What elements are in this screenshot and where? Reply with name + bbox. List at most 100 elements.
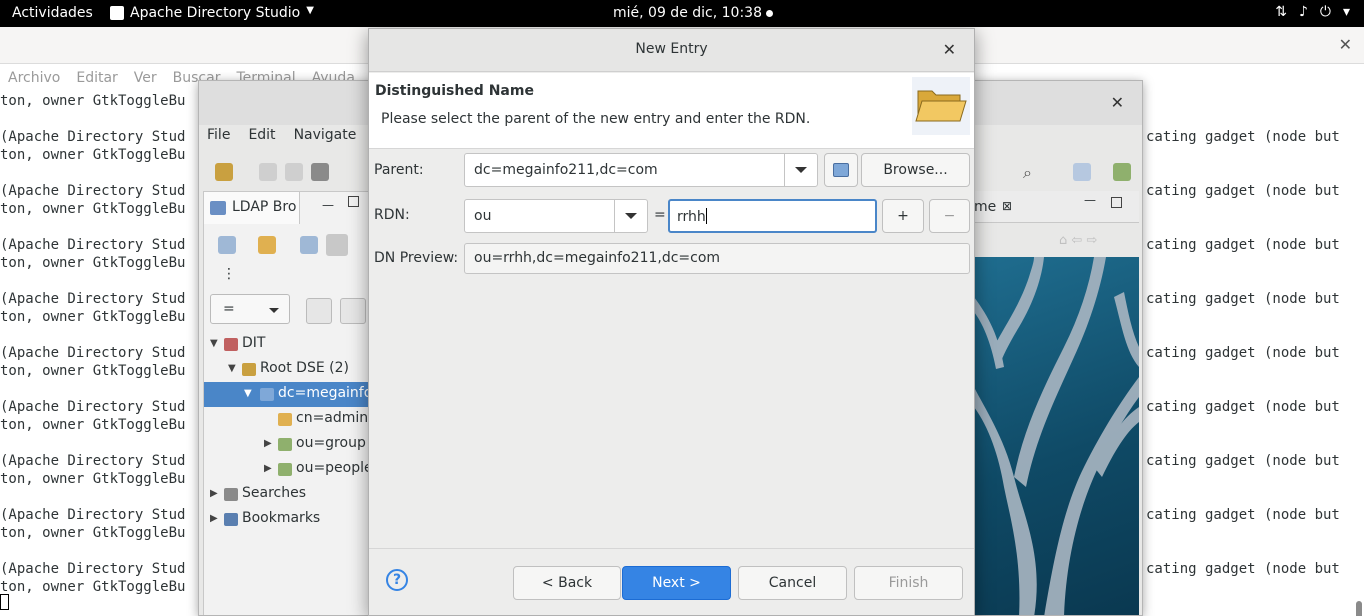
terminal-line: (Apache Directory Stud: [0, 183, 186, 199]
app-menu-label: Apache Directory Studio: [130, 5, 301, 21]
wizard-page-description: Please select the parent of the new entr…: [381, 111, 811, 127]
tab-ldap-browser[interactable]: LDAP Bro: [204, 192, 300, 224]
nav-icons: ⌂ ⇦ ⇨: [1059, 233, 1097, 248]
parent-combo[interactable]: dc=megainfo211,dc=com: [464, 153, 818, 187]
back-arrow-icon[interactable]: ⇦: [1071, 233, 1082, 248]
folder-icon: [278, 413, 292, 426]
tree-label: ou=people: [296, 460, 373, 476]
terminal-line: ton, owner GtkToggleBu: [0, 255, 186, 271]
welcome-image: [974, 257, 1139, 615]
help-icon[interactable]: ?: [386, 569, 408, 591]
browse-button[interactable]: Browse...: [861, 153, 970, 187]
link-icon[interactable]: [300, 236, 318, 254]
refresh-icon[interactable]: [258, 236, 276, 254]
dialog-title: New Entry: [635, 41, 708, 57]
tree-item-base-dn[interactable]: ▼ dc=megainfo2: [204, 382, 381, 407]
cancel-button[interactable]: Cancel: [738, 566, 847, 600]
rdn-equals-sign: =: [654, 207, 666, 223]
menu-navigate[interactable]: Navigate: [294, 127, 357, 143]
rdn-type-combo[interactable]: ou: [464, 199, 648, 233]
terminal-line: ton, owner GtkToggleBu: [0, 579, 186, 595]
view-menu-icon[interactable]: ⋮: [222, 266, 236, 282]
finish-button[interactable]: Finish: [854, 566, 963, 600]
dn-preview-value: ou=rrhh,dc=megainfo211,dc=com: [474, 250, 721, 266]
close-icon[interactable]: ✕: [943, 40, 956, 59]
terminal-line: (Apache Directory Stud: [0, 453, 186, 469]
filter-icon[interactable]: [340, 298, 366, 324]
menu-editar[interactable]: Editar: [76, 70, 117, 86]
wizard-header: Distinguished Name Please select the par…: [369, 73, 974, 149]
dialog-titlebar: New Entry ✕: [369, 29, 974, 72]
tab-label[interactable]: me: [974, 199, 996, 215]
collapse-icon[interactable]: [218, 236, 236, 254]
close-icon[interactable]: ✕: [1111, 93, 1124, 112]
close-tab-icon[interactable]: ⊠: [1002, 199, 1012, 213]
minimize-icon[interactable]: —: [322, 198, 334, 212]
forward-arrow-icon[interactable]: ⇨: [1086, 233, 1097, 248]
tree-item-people[interactable]: ▶ ou=people: [204, 457, 373, 482]
rdn-value-input[interactable]: rrhh: [668, 199, 877, 233]
terminal-line: cating gadget (node but: [1146, 129, 1340, 145]
app-menu-button[interactable]: Apache Directory Studio ▼: [110, 5, 314, 21]
clock-button[interactable]: mié, 09 de dic, 10:38: [613, 5, 773, 21]
tree-item-admin[interactable]: cn=admin: [204, 407, 372, 432]
parent-value: dc=megainfo211,dc=com: [474, 162, 658, 178]
hierarchy-icon[interactable]: [306, 298, 332, 324]
new-entry-dialog: New Entry ✕ Distinguished Name Please se…: [368, 28, 975, 616]
save-icon[interactable]: [259, 163, 277, 181]
terminal-scrollbar[interactable]: [1356, 601, 1362, 616]
terminal-line: cating gadget (node but: [1146, 561, 1340, 577]
terminal-line: cating gadget (node but: [1146, 507, 1340, 523]
next-button[interactable]: Next >: [622, 566, 731, 600]
rdn-label: RDN:: [374, 207, 410, 223]
chevron-down-icon: [625, 213, 637, 219]
maximize-icon[interactable]: [1111, 197, 1122, 208]
collapsed-arrow-icon: ▶: [264, 463, 272, 474]
back-button[interactable]: < Back: [513, 566, 621, 600]
notification-dot-icon: [765, 9, 773, 17]
folder-open-icon: [912, 77, 970, 135]
terminal-line: ton, owner GtkToggleBu: [0, 93, 186, 109]
app-window-icon: [110, 6, 124, 20]
add-rdn-button[interactable]: +: [882, 199, 924, 233]
terminal-line: (Apache Directory Stud: [0, 561, 186, 577]
menu-file[interactable]: File: [207, 127, 230, 143]
menu-edit[interactable]: Edit: [248, 127, 275, 143]
terminal-line: ton, owner GtkToggleBu: [0, 471, 186, 487]
tree-item-root-dse[interactable]: ▼ Root DSE (2): [204, 357, 372, 382]
activities-button[interactable]: Actividades: [12, 5, 93, 21]
tab-label: LDAP Bro: [232, 199, 297, 215]
menu-archivo[interactable]: Archivo: [8, 70, 60, 86]
terminal-line: (Apache Directory Stud: [0, 237, 186, 253]
sync-icon[interactable]: [326, 234, 348, 256]
tree-item-searches[interactable]: ▶ Searches: [204, 482, 372, 507]
ads-menubar: File Edit Navigate: [207, 127, 356, 143]
tree-item-bookmarks[interactable]: ▶ Bookmarks: [204, 507, 372, 532]
terminal-line: cating gadget (node but: [1146, 291, 1340, 307]
terminal-line: ton, owner GtkToggleBu: [0, 363, 186, 379]
text-cursor: [705, 208, 707, 224]
minimize-icon[interactable]: —: [1084, 193, 1096, 207]
system-menu[interactable]: ⇅ ♪ ⏻ ▾: [1275, 4, 1350, 20]
maximize-icon[interactable]: [348, 196, 359, 207]
print-icon[interactable]: [285, 163, 303, 181]
terminal-line: ton, owner GtkToggleBu: [0, 417, 186, 433]
rdn-type-dropdown-button[interactable]: [614, 200, 647, 232]
tree-item-group[interactable]: ▶ ou=group (: [204, 432, 376, 457]
gear-icon[interactable]: [311, 163, 329, 181]
remove-rdn-button[interactable]: −: [929, 199, 970, 233]
parent-dropdown-button[interactable]: [784, 154, 817, 186]
close-icon[interactable]: ✕: [1339, 35, 1352, 54]
open-perspective-icon[interactable]: [1073, 163, 1091, 181]
tree-item-dit[interactable]: ▼ DIT: [204, 332, 372, 357]
terminal-line: cating gadget (node but: [1146, 345, 1340, 361]
terminal-line: (Apache Directory Stud: [0, 507, 186, 523]
terminal-line: (Apache Directory Stud: [0, 345, 186, 361]
parent-history-button[interactable]: [824, 153, 858, 187]
home-icon[interactable]: ⌂: [1059, 233, 1067, 248]
search-icon[interactable]: ⌕: [1023, 163, 1041, 182]
new-wizard-icon[interactable]: [215, 163, 233, 181]
menu-ver[interactable]: Ver: [134, 70, 157, 86]
ldap-perspective-icon[interactable]: [1113, 163, 1131, 181]
filter-select[interactable]: =: [210, 294, 290, 324]
